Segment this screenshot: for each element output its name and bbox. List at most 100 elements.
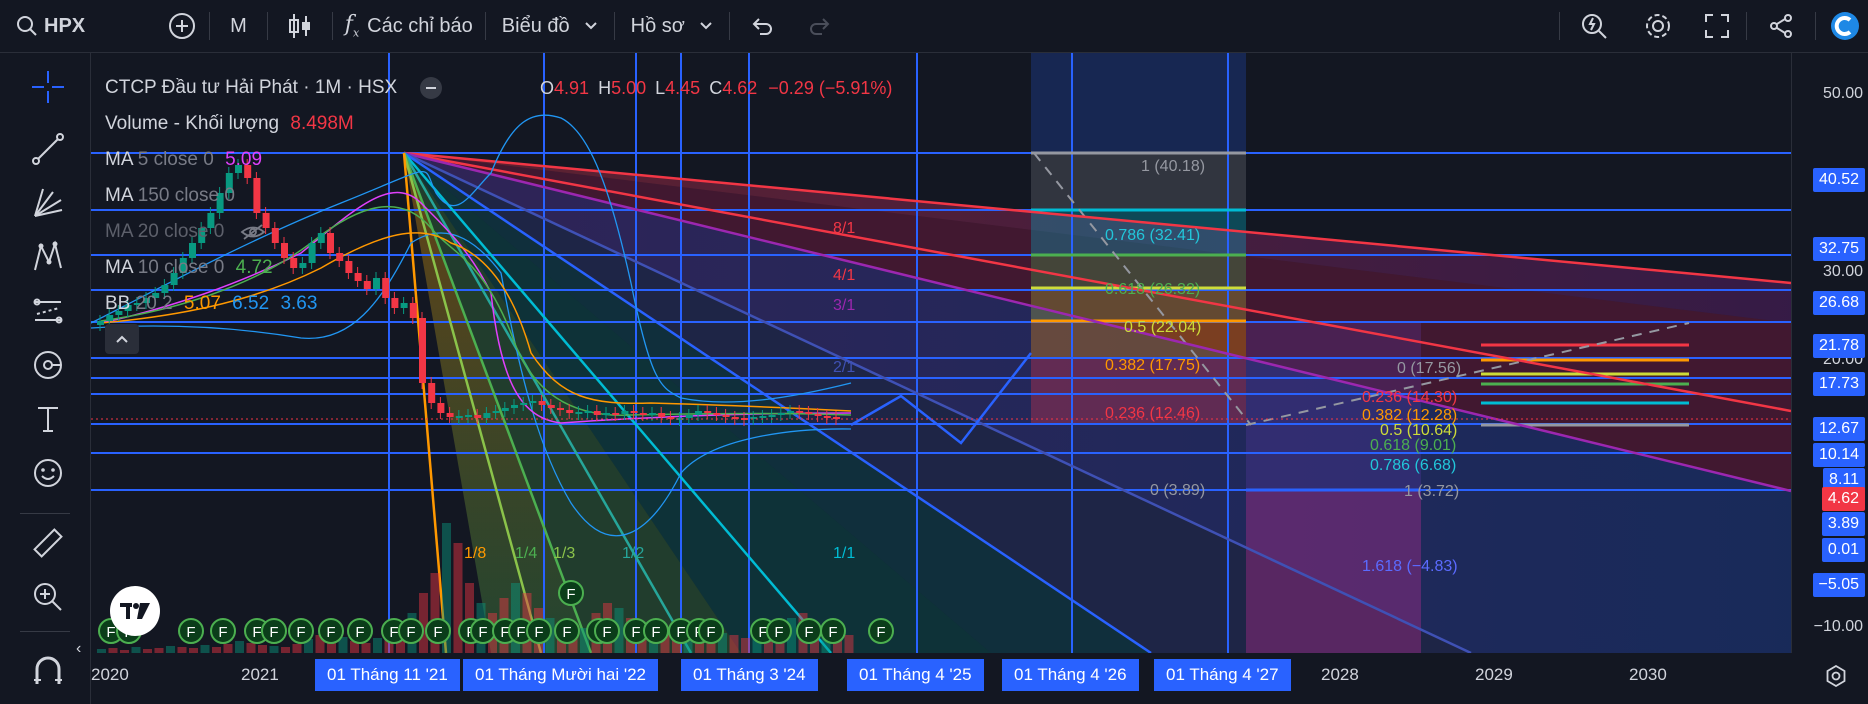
fib-label: 0.5 (22.04) — [1124, 319, 1202, 336]
volume-bar — [741, 638, 750, 653]
tradingview-logo[interactable] — [110, 586, 160, 636]
crosshair-tool[interactable] — [28, 67, 68, 107]
legend-toggle-button[interactable] — [105, 324, 139, 354]
crosshair-icon — [32, 71, 64, 103]
candle-body — [511, 405, 518, 408]
gann-label: 8/1 — [833, 220, 856, 237]
indicators-button[interactable]: fx Các chỉ báo — [333, 0, 485, 52]
legend-bb[interactable]: BB 20 2 5.07 6.52 3.63 — [105, 286, 442, 322]
volume-bar — [373, 638, 382, 653]
text-tool[interactable] — [28, 399, 68, 439]
bar-style-button[interactable] — [268, 0, 332, 52]
legend-collapse-button[interactable] — [420, 76, 443, 99]
candle-body — [722, 415, 730, 417]
axis-settings-button[interactable] — [1820, 660, 1852, 692]
settings-button[interactable] — [1628, 0, 1688, 52]
fullscreen-button[interactable] — [1688, 0, 1746, 52]
redo-icon — [809, 18, 830, 35]
symbol-label: HPX — [44, 14, 86, 37]
dividend-marker-label: F — [804, 624, 813, 641]
candle-body — [97, 321, 104, 325]
dividend-marker-label: F — [706, 624, 715, 641]
shapes-tool[interactable] — [28, 345, 68, 385]
measure-tool[interactable] — [28, 523, 68, 563]
candle-body — [658, 413, 666, 417]
legend-ma20[interactable]: MA 20 close 0 — [105, 214, 442, 250]
chart-type-dropdown[interactable]: Biểu đồ — [486, 0, 614, 52]
compare-button[interactable] — [97, 0, 209, 52]
share-button[interactable] — [1747, 0, 1815, 52]
gann-label: 2/1 — [833, 359, 856, 376]
prediction-tool[interactable] — [28, 291, 68, 331]
redo-button[interactable] — [794, 0, 846, 52]
candle-body — [437, 403, 445, 413]
profile-dropdown[interactable]: Hồ sơ — [615, 0, 729, 52]
gann-label: 1/4 — [515, 545, 538, 562]
fib-label: 1 (40.18) — [1141, 158, 1206, 175]
legend-ma150[interactable]: MA 150 close 0 — [105, 178, 442, 214]
price-tag: 21.78 — [1812, 334, 1865, 358]
fib-label: 1.618 (−4.83) — [1362, 558, 1458, 575]
function-icon: fx — [344, 12, 360, 40]
dividend-marker-label: F — [602, 624, 611, 641]
candle-body — [759, 416, 767, 418]
gann-label: 3/1 — [833, 297, 856, 314]
dividend-marker-label: F — [651, 624, 660, 641]
candle-body — [823, 416, 831, 418]
candle-body — [603, 413, 610, 415]
volume-bar — [223, 644, 233, 653]
undo-button[interactable] — [730, 0, 794, 52]
gear-icon — [1646, 14, 1670, 38]
symbol-search[interactable]: HPX — [0, 0, 97, 52]
fib-label: 0 (17.56) — [1397, 360, 1462, 377]
chevron-up-icon — [116, 335, 128, 343]
candle-body — [667, 417, 675, 419]
volume-bar — [258, 645, 267, 653]
time-axis[interactable]: 2020 2021 01 Tháng 11 '21 01 Tháng Mười … — [91, 653, 1791, 704]
collapse-sidebar-button[interactable]: ‹ — [76, 640, 90, 666]
interval-label: M — [230, 14, 247, 37]
interval-button[interactable]: M — [210, 0, 267, 52]
candle-body — [768, 415, 776, 417]
trendline-tool[interactable] — [28, 129, 68, 169]
legend-title-row: CTCP Đầu tư Hải Phát · 1M · HSX — [105, 70, 443, 106]
app-logo[interactable] — [1816, 0, 1868, 52]
gann-label: 1/8 — [464, 545, 487, 562]
emoji-tool[interactable] — [28, 453, 68, 493]
gann-fan-icon — [34, 188, 63, 217]
price-tag: −5.05 — [1812, 573, 1865, 597]
dividend-marker-label: F — [534, 624, 543, 641]
magnet-icon — [34, 656, 62, 684]
quick-search-button[interactable] — [1560, 0, 1628, 52]
candle-body — [777, 413, 785, 415]
legend-ma10[interactable]: MA 10 close 0 4.72 — [105, 250, 442, 286]
magnet-tool[interactable] — [28, 651, 68, 691]
volume-bar — [361, 643, 371, 653]
time-label: 2030 — [1629, 665, 1667, 684]
tv-logo-icon — [120, 603, 150, 619]
time-tag: 01 Tháng 4 '25 — [847, 659, 984, 691]
pattern-tool[interactable] — [28, 237, 68, 277]
legend-volume[interactable]: Volume - Khối lượng 8.498M — [105, 106, 442, 142]
zoom-tool[interactable] — [28, 577, 68, 617]
candle-body — [520, 403, 528, 405]
fullscreen-icon — [1705, 14, 1729, 38]
price-axis[interactable]: 50.00 30.00 20.00 −10.00 40.52 32.75 26.… — [1791, 53, 1868, 653]
time-tag: 01 Tháng 3 '24 — [681, 659, 818, 691]
gann-fan-tool[interactable] — [28, 183, 68, 223]
dividend-marker-label: F — [774, 624, 783, 641]
legend-ma5[interactable]: MA 5 close 0 5.09 — [105, 142, 442, 178]
pattern-icon — [34, 240, 62, 271]
price-label: 50.00 — [1822, 85, 1863, 102]
logo-icon — [1831, 12, 1859, 40]
dividend-marker-label: F — [562, 624, 571, 641]
candle-body — [428, 383, 436, 403]
chevron-down-icon — [584, 22, 597, 30]
gann-label: 1/1 — [833, 545, 856, 562]
candle-body — [805, 412, 813, 414]
eye-hidden-icon[interactable] — [240, 223, 266, 241]
volume-bar — [292, 644, 302, 653]
time-label: 2020 — [91, 665, 129, 684]
symbol-title: CTCP Đầu tư Hải Phát · 1M · HSX — [105, 77, 398, 98]
dividend-marker-label: F — [355, 624, 364, 641]
